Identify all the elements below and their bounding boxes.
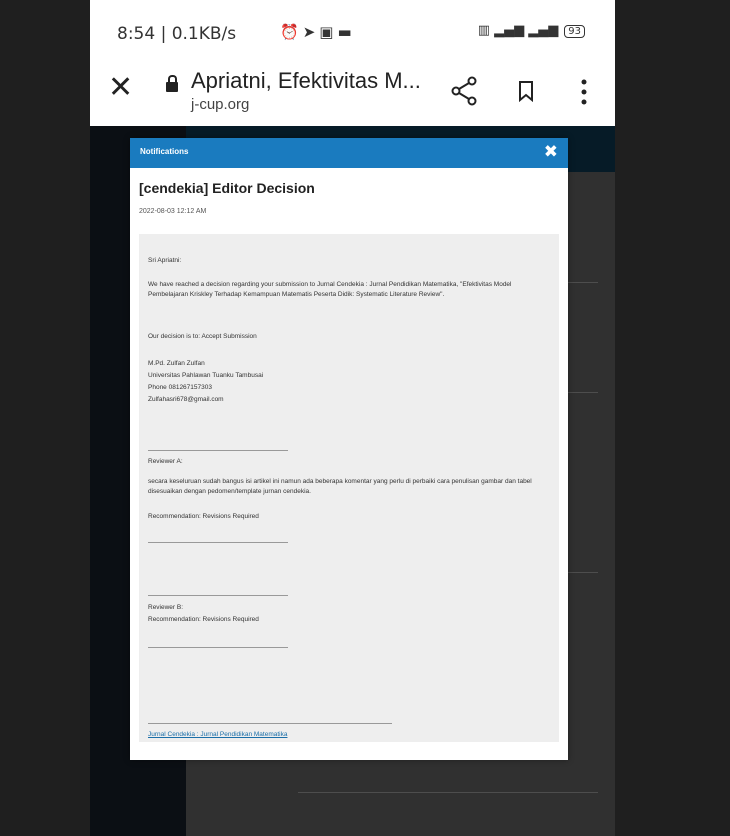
modal-header-title: Notifications xyxy=(140,147,189,156)
notification-modal: Notifications ✖ [cendekia] Editor Decisi… xyxy=(130,138,568,760)
status-right-icons: ▥ ▂▄▆ ▂▄▆ 93 xyxy=(478,23,585,38)
separator xyxy=(148,723,392,724)
page-domain[interactable]: j-cup.org xyxy=(191,96,249,113)
decision-text: Our decision is to: Accept Submission xyxy=(148,333,257,340)
notification-icons: ⏰➤▣▬ xyxy=(280,23,356,41)
bookmark-icon[interactable] xyxy=(518,80,534,102)
phone-screen: 8:54 | 0.1KB/s ⏰➤▣▬ ▥ ▂▄▆ ▂▄▆ 93 ✕ Apriat… xyxy=(90,0,615,836)
close-modal-button[interactable]: ✖ xyxy=(544,142,558,162)
battery-icon: 93 xyxy=(564,25,585,38)
signature-phone: Phone 081267157303 xyxy=(148,384,212,391)
signature-email: Zulfahasri678@gmail.com xyxy=(148,396,224,403)
reviewer-b-label: Reviewer B: xyxy=(148,604,184,611)
lock-icon[interactable] xyxy=(166,75,178,92)
reviewer-b-recommendation: Recommendation: Revisions Required xyxy=(148,616,259,623)
journal-link[interactable]: Jurnal Cendekia : Jurnal Pendidikan Mate… xyxy=(148,731,287,738)
status-time: 8:54 | 0.1KB/s xyxy=(117,24,237,44)
separator xyxy=(148,647,288,648)
alarm-icon: ⏰ xyxy=(280,23,303,41)
reviewer-a-comment: secara keseluruan sudah bangus isi artik… xyxy=(148,478,532,495)
modal-title: [cendekia] Editor Decision xyxy=(139,180,315,196)
status-bar: 8:54 | 0.1KB/s ⏰➤▣▬ ▥ ▂▄▆ ▂▄▆ 93 xyxy=(90,0,615,58)
modal-date: 2022-08-03 12:12 AM xyxy=(139,208,207,215)
separator xyxy=(148,595,288,596)
telegram-icon: ➤ xyxy=(302,23,320,41)
reviewer-a-label: Reviewer A: xyxy=(148,458,183,465)
signal-icon: ▥ ▂▄▆ ▂▄▆ xyxy=(477,23,559,38)
reviewer-a-recommendation: Recommendation: Revisions Required xyxy=(148,513,259,520)
share-icon[interactable] xyxy=(450,76,478,106)
browser-toolbar: ✕ Apriatni, Efektivitas M... j-cup.org xyxy=(90,58,615,126)
message-icon: ▬ xyxy=(337,23,356,41)
more-icon[interactable] xyxy=(580,78,588,106)
signature-affiliation: Universitas Pahlawan Tuanku Tambusai xyxy=(148,372,264,379)
greeting: Sri Apriatni: xyxy=(148,257,182,264)
modal-header: Notifications ✖ xyxy=(130,138,568,168)
intro-text: We have reached a decision regarding you… xyxy=(148,281,512,298)
separator xyxy=(148,450,288,451)
photo-icon: ▣ xyxy=(319,23,338,41)
message-body: Sri Apriatni: We have reached a decision… xyxy=(139,234,559,742)
page-title[interactable]: Apriatni, Efektivitas M... xyxy=(191,68,421,94)
close-icon[interactable]: ✕ xyxy=(108,70,133,105)
separator xyxy=(148,542,288,543)
signature-name: M.Pd. Zulfan Zulfan xyxy=(148,360,205,367)
